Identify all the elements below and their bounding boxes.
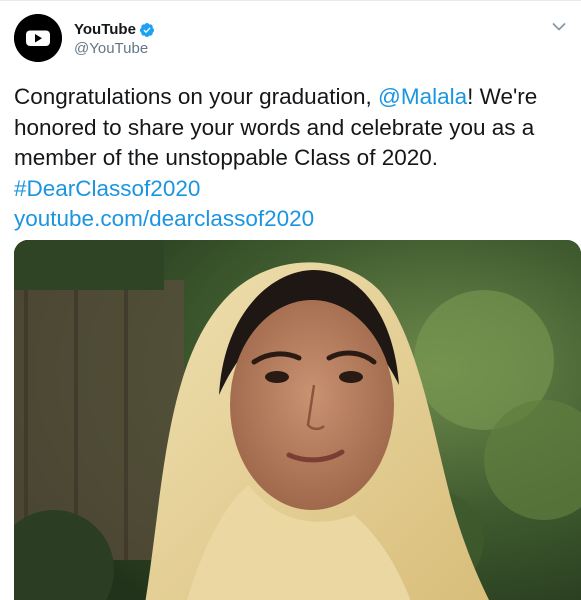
- hashtag-link[interactable]: #DearClassof2020: [14, 174, 574, 205]
- tweet-line-1: Congratulations on your graduation, @Mal…: [14, 82, 574, 113]
- author-handle[interactable]: @YouTube: [74, 40, 148, 58]
- tweet-line-2: honored to share your words and celebrat…: [14, 114, 535, 140]
- mention-link[interactable]: @Malala: [378, 84, 467, 109]
- tweet-text-segment: Congratulations on your graduation,: [14, 84, 378, 109]
- youtube-play-icon: [14, 14, 62, 62]
- top-divider: [0, 0, 581, 1]
- video-preview[interactable]: [14, 240, 581, 600]
- display-name[interactable]: YouTube: [74, 20, 136, 40]
- verified-badge-icon: [139, 23, 154, 37]
- avatar[interactable]: [14, 14, 62, 62]
- tweet-text-segment: ! We're: [467, 84, 538, 109]
- url-link[interactable]: youtube.com/dearclassof2020: [14, 204, 574, 235]
- chevron-down-icon[interactable]: [552, 22, 566, 32]
- author-name-row[interactable]: YouTube: [74, 20, 155, 40]
- tweet-text: Congratulations on your graduation, @Mal…: [14, 82, 574, 235]
- video-still-image: [14, 240, 581, 600]
- tweet-line-3: member of the unstoppable Class of 2020.: [14, 145, 439, 170]
